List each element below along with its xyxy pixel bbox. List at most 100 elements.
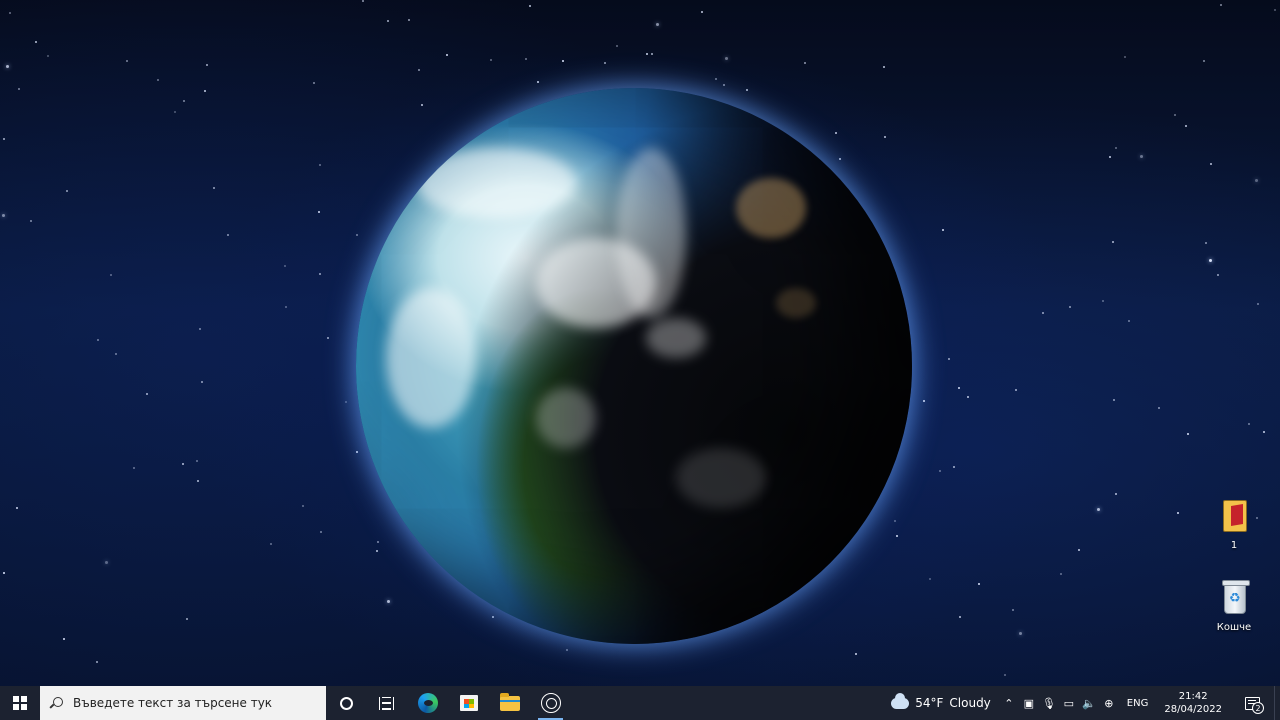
star [446,54,448,56]
show-desktop-button[interactable] [1274,686,1280,720]
star [1217,274,1219,276]
star [157,79,159,81]
taskbar: 54°F Cloudy ⌃ ▣ 🎙 ▭ 🔈 ⊕ ENG 21:42 28/04/… [0,686,1280,720]
star [855,653,857,655]
star [319,273,321,275]
search-icon [50,696,63,710]
star [408,19,410,21]
star [1124,56,1126,58]
star [958,387,960,389]
folder-icon [499,692,520,711]
star [18,88,20,90]
star [199,328,201,330]
network-icon[interactable]: ⊕ [1099,686,1119,720]
star [133,467,135,469]
star [146,393,148,395]
star [1109,156,1111,158]
start-button[interactable] [0,686,40,720]
taskbar-search-box[interactable] [40,686,326,720]
star [1274,9,1276,11]
star [1015,389,1017,391]
star [30,220,32,222]
star [948,358,950,360]
star [97,339,99,341]
notification-count-badge: 2 [1252,702,1264,714]
star [418,69,420,71]
volume-icon[interactable]: 🔈 [1079,686,1099,720]
star [213,187,215,189]
star [616,45,618,47]
security-icon[interactable]: ▣ [1019,686,1039,720]
weather-condition: Cloudy [949,696,991,710]
weather-widget[interactable]: 54°F Cloudy [883,686,999,720]
star [183,100,185,102]
earth-image [356,88,912,644]
star [1255,179,1258,182]
star [1140,155,1143,158]
edge-taskbar-button[interactable] [407,686,448,720]
star [110,274,112,276]
star [1060,573,1062,575]
star [939,470,941,472]
star [63,638,65,640]
star [525,58,527,60]
file-icon [1217,498,1251,536]
star [387,600,390,603]
star [1210,163,1212,165]
task-view-button[interactable] [366,686,407,720]
desktop[interactable]: 1 Кошче [0,0,1280,686]
star [201,381,203,383]
star [1097,508,1100,511]
star [529,5,531,7]
cortana-icon [339,696,353,710]
star [1069,306,1071,308]
star [1205,242,1207,244]
star [1257,303,1259,305]
star [2,214,5,217]
chevron-up-icon[interactable]: ⌃ [999,686,1019,720]
search-input[interactable] [73,696,313,710]
star [1209,259,1212,262]
star [182,463,184,465]
cloud-icon [891,692,910,709]
star [1158,407,1160,409]
recycle-bin-label: Кошче [1216,622,1252,633]
weather-temp: 54°F [915,696,944,710]
task-view-icon [378,696,395,710]
store-icon [459,695,478,711]
battery-icon[interactable]: ▭ [1059,686,1079,720]
star [313,82,315,84]
star [942,229,944,231]
file-explorer-taskbar-button[interactable] [489,686,530,720]
star [967,396,969,398]
star [1203,60,1205,62]
star [1187,433,1189,435]
star [1174,114,1176,116]
star [1248,423,1250,425]
star [978,583,980,585]
star [1177,512,1179,514]
microphone-icon[interactable]: 🎙 [1039,686,1059,720]
star [1012,609,1014,611]
obs-taskbar-button[interactable] [530,686,571,720]
star [115,353,117,355]
clock[interactable]: 21:42 28/04/2022 [1156,686,1230,720]
star [227,234,229,236]
desktop-recycle-bin[interactable]: Кошче [1204,580,1264,633]
action-center-button[interactable]: 2 [1230,686,1274,720]
star [421,104,423,106]
star [1102,300,1104,302]
star [387,20,389,22]
star [174,111,176,113]
obs-icon [540,693,561,713]
star [105,561,108,564]
star [96,661,98,663]
store-taskbar-button[interactable] [448,686,489,720]
star [3,572,5,574]
star [285,306,287,308]
language-indicator[interactable]: ENG [1119,686,1157,720]
star [197,480,199,482]
cortana-button[interactable] [326,686,366,720]
recycle-bin-icon [1217,580,1251,618]
desktop-file-icon[interactable]: 1 [1204,498,1264,551]
